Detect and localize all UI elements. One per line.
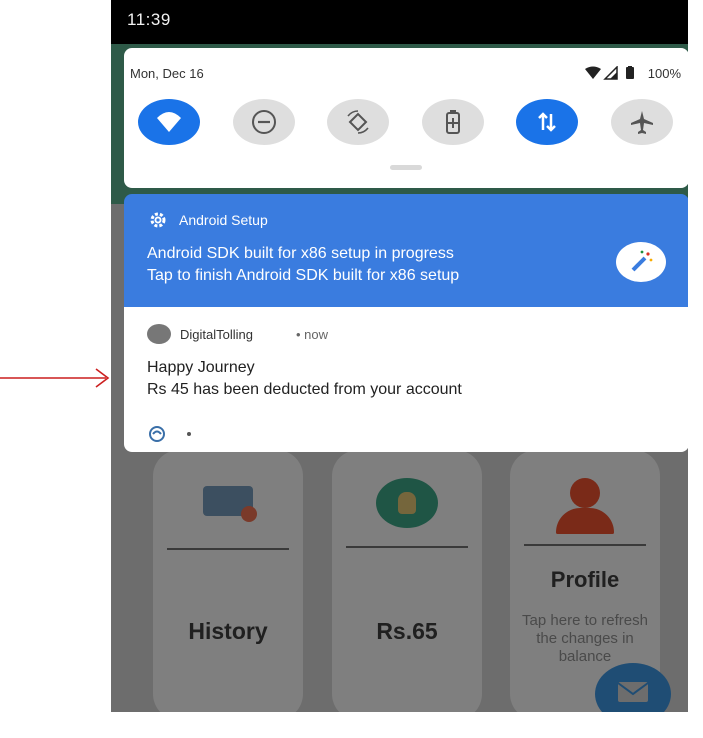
auto-rotate-tile[interactable] xyxy=(327,99,389,145)
notification-line-1: Android SDK built for x86 setup in progr… xyxy=(147,245,454,262)
battery-percent: 100% xyxy=(647,66,681,81)
annotation-arrow-icon xyxy=(0,368,110,388)
card-divider xyxy=(524,544,646,546)
quick-settings-panel: Mon, Dec 16 100% xyxy=(124,48,688,188)
wifi-icon xyxy=(157,112,181,132)
battery-saver-icon xyxy=(446,110,460,134)
mobile-data-icon xyxy=(538,112,556,132)
status-time: 11:39 xyxy=(127,10,171,29)
balance-title: Rs.65 xyxy=(376,618,438,644)
magic-wand-icon xyxy=(631,250,653,272)
do-not-disturb-icon xyxy=(252,110,276,134)
signal-status-icons xyxy=(585,66,634,80)
mail-icon xyxy=(617,682,649,702)
card-divider xyxy=(346,546,468,548)
history-title: History xyxy=(188,618,268,644)
battery-saver-tile[interactable] xyxy=(422,99,484,145)
mobile-data-tile[interactable] xyxy=(516,99,578,145)
airplane-mode-tile[interactable] xyxy=(611,99,673,145)
history-card[interactable]: History xyxy=(153,450,303,712)
profile-description: Tap here to refresh the changes in balan… xyxy=(522,612,648,665)
auto-rotate-icon xyxy=(347,110,369,134)
notification-title: Happy Journey xyxy=(147,359,255,376)
notification-line-2: Tap to finish Android SDK built for x86 … xyxy=(147,267,460,284)
notification-app-name: DigitalTolling xyxy=(180,327,253,342)
history-card-icon xyxy=(203,486,257,522)
profile-icon-body xyxy=(556,508,614,534)
phone-screen: 11:39 History Rs.65 Profile Tap here to … xyxy=(111,0,688,712)
qs-expand-handle[interactable] xyxy=(390,165,422,170)
qs-date: Mon, Dec 16 xyxy=(130,66,204,81)
notification-time: • now xyxy=(296,327,329,342)
balance-card[interactable]: Rs.65 xyxy=(332,450,482,712)
setup-badge xyxy=(616,242,666,282)
app-avatar-icon xyxy=(147,324,171,344)
nfc-icon xyxy=(149,426,165,442)
money-bag-icon xyxy=(376,478,438,528)
gear-icon xyxy=(150,212,166,228)
status-bar: 11:39 xyxy=(111,0,688,44)
card-divider xyxy=(167,548,289,550)
airplane-mode-icon xyxy=(631,111,653,134)
digitaltolling-notification[interactable]: DigitalTolling • now Happy Journey Rs 45… xyxy=(124,307,688,452)
profile-icon xyxy=(570,478,600,508)
wifi-tile[interactable] xyxy=(138,99,200,145)
notification-app-name: Android Setup xyxy=(179,212,268,228)
android-setup-notification[interactable]: Android Setup Android SDK built for x86 … xyxy=(124,194,688,307)
do-not-disturb-tile[interactable] xyxy=(233,99,295,145)
notification-footer-dot xyxy=(187,432,191,436)
notification-text: Rs 45 has been deducted from your accoun… xyxy=(147,381,462,398)
profile-title: Profile xyxy=(550,567,620,592)
